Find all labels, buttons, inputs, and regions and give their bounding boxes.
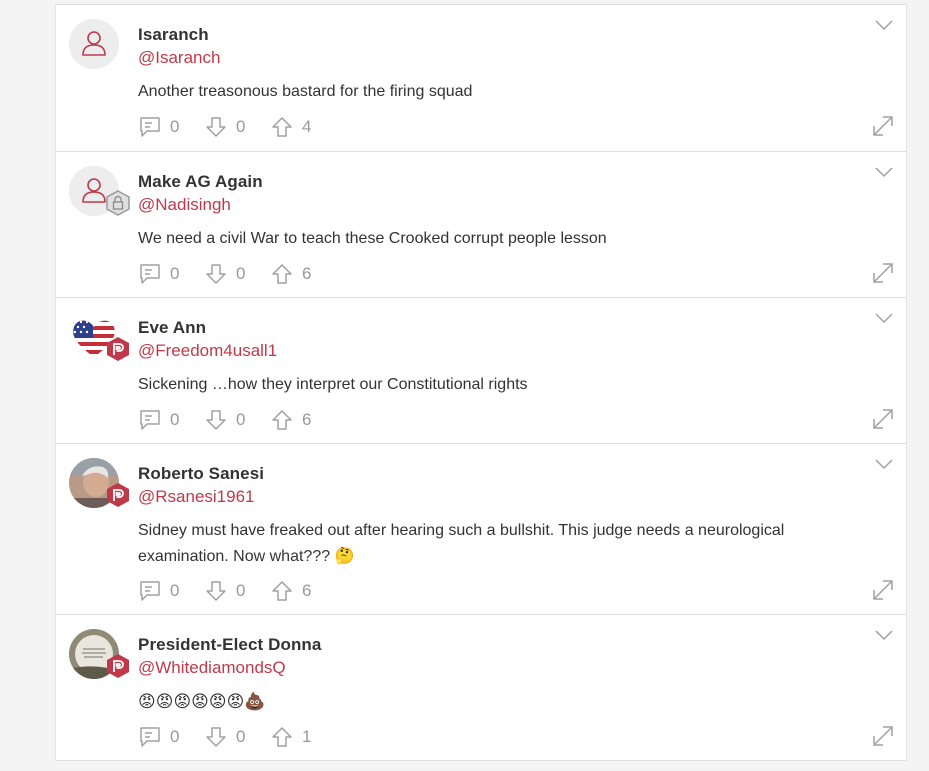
author-handle[interactable]: @Isaranch (138, 48, 220, 68)
share-icon[interactable] (872, 408, 894, 430)
author-name[interactable]: Isaranch (138, 25, 209, 45)
downvote-button[interactable]: 0 (204, 115, 250, 139)
upvote-count: 4 (302, 117, 312, 136)
upvote-count: 6 (302, 264, 312, 283)
comment-count: 0 (170, 264, 180, 283)
upvote-button[interactable]: 1 (270, 725, 316, 749)
post-text: We need a civil War to teach these Crook… (138, 230, 607, 247)
arrow-up-icon (272, 117, 292, 137)
comment-count: 0 (170, 117, 180, 136)
post-text: 😡😡😡😡😡😡💩 (138, 692, 266, 711)
comment-button[interactable]: 0 (138, 408, 184, 432)
post-card: Isaranch @Isaranch Another treasonous ba… (56, 4, 906, 151)
comment-icon (140, 727, 160, 747)
author-name[interactable]: Eve Ann (138, 318, 206, 338)
comment-count: 0 (170, 727, 180, 746)
downvote-count: 0 (236, 727, 246, 746)
author-handle[interactable]: @WhitediamondsQ (138, 658, 286, 678)
post-card: Roberto Sanesi @Rsanesi1961 Sidney must … (56, 443, 906, 614)
author-handle[interactable]: @Nadisingh (138, 195, 231, 215)
comment-button[interactable]: 0 (138, 262, 184, 286)
arrow-up-icon (272, 581, 292, 601)
arrow-up-icon (272, 264, 292, 284)
post-actions: 0 0 6 (138, 262, 336, 286)
share-icon[interactable] (872, 725, 894, 747)
post-card: Make AG Again @Nadisingh We need a civil… (56, 151, 906, 297)
author-name[interactable]: Make AG Again (138, 172, 263, 192)
upvote-count: 6 (302, 410, 312, 429)
chevron-down-icon[interactable] (874, 629, 894, 641)
arrow-down-icon (206, 264, 226, 284)
post-text: Sidney must have freaked out after heari… (138, 522, 785, 565)
comment-button[interactable]: 0 (138, 725, 184, 749)
comment-icon (140, 117, 160, 137)
author-handle[interactable]: @Rsanesi1961 (138, 487, 255, 507)
chevron-down-icon[interactable] (874, 458, 894, 470)
post-actions: 0 0 6 (138, 579, 336, 603)
comment-icon (140, 581, 160, 601)
share-icon[interactable] (872, 262, 894, 284)
chevron-down-icon[interactable] (874, 166, 894, 178)
arrow-down-icon (206, 727, 226, 747)
author-handle[interactable]: @Freedom4usall1 (138, 341, 277, 361)
chevron-down-icon[interactable] (874, 19, 894, 31)
post-actions: 0 0 6 (138, 408, 336, 432)
downvote-count: 0 (236, 117, 246, 136)
post-card: Eve Ann @Freedom4usall1 Sickening …how t… (56, 297, 906, 443)
arrow-down-icon (206, 581, 226, 601)
comment-button[interactable]: 0 (138, 579, 184, 603)
author-name[interactable]: President-Elect Donna (138, 635, 321, 655)
upvote-button[interactable]: 6 (270, 262, 316, 286)
downvote-count: 0 (236, 410, 246, 429)
parler-badge-icon (107, 337, 129, 361)
arrow-up-icon (272, 410, 292, 430)
comment-count: 0 (170, 581, 180, 600)
share-icon[interactable] (872, 579, 894, 601)
arrow-down-icon (206, 410, 226, 430)
share-icon[interactable] (872, 115, 894, 137)
upvote-count: 1 (302, 727, 312, 746)
post-text: Sickening …how they interpret our Consti… (138, 376, 528, 393)
post-feed: Isaranch @Isaranch Another treasonous ba… (55, 4, 907, 761)
upvote-button[interactable]: 4 (270, 115, 316, 139)
default-user-icon (69, 19, 119, 69)
arrow-down-icon (206, 117, 226, 137)
downvote-count: 0 (236, 581, 246, 600)
upvote-button[interactable]: 6 (270, 579, 316, 603)
comment-icon (140, 264, 160, 284)
downvote-button[interactable]: 0 (204, 579, 250, 603)
comment-button[interactable]: 0 (138, 115, 184, 139)
avatar[interactable] (69, 19, 119, 69)
post-card: President-Elect Donna @WhitediamondsQ 😡😡… (56, 614, 906, 761)
chevron-down-icon[interactable] (874, 312, 894, 324)
upvote-button[interactable]: 6 (270, 408, 316, 432)
post-actions: 0 0 1 (138, 725, 336, 749)
parler-badge-icon (107, 483, 129, 507)
downvote-button[interactable]: 0 (204, 725, 250, 749)
downvote-button[interactable]: 0 (204, 262, 250, 286)
upvote-count: 6 (302, 581, 312, 600)
lock-badge-icon (106, 190, 130, 216)
author-name[interactable]: Roberto Sanesi (138, 464, 264, 484)
post-text: Another treasonous bastard for the firin… (138, 83, 473, 100)
comment-icon (140, 410, 160, 430)
post-actions: 0 0 4 (138, 115, 336, 139)
parler-badge-icon (107, 654, 129, 678)
comment-count: 0 (170, 410, 180, 429)
downvote-button[interactable]: 0 (204, 408, 250, 432)
arrow-up-icon (272, 727, 292, 747)
downvote-count: 0 (236, 264, 246, 283)
